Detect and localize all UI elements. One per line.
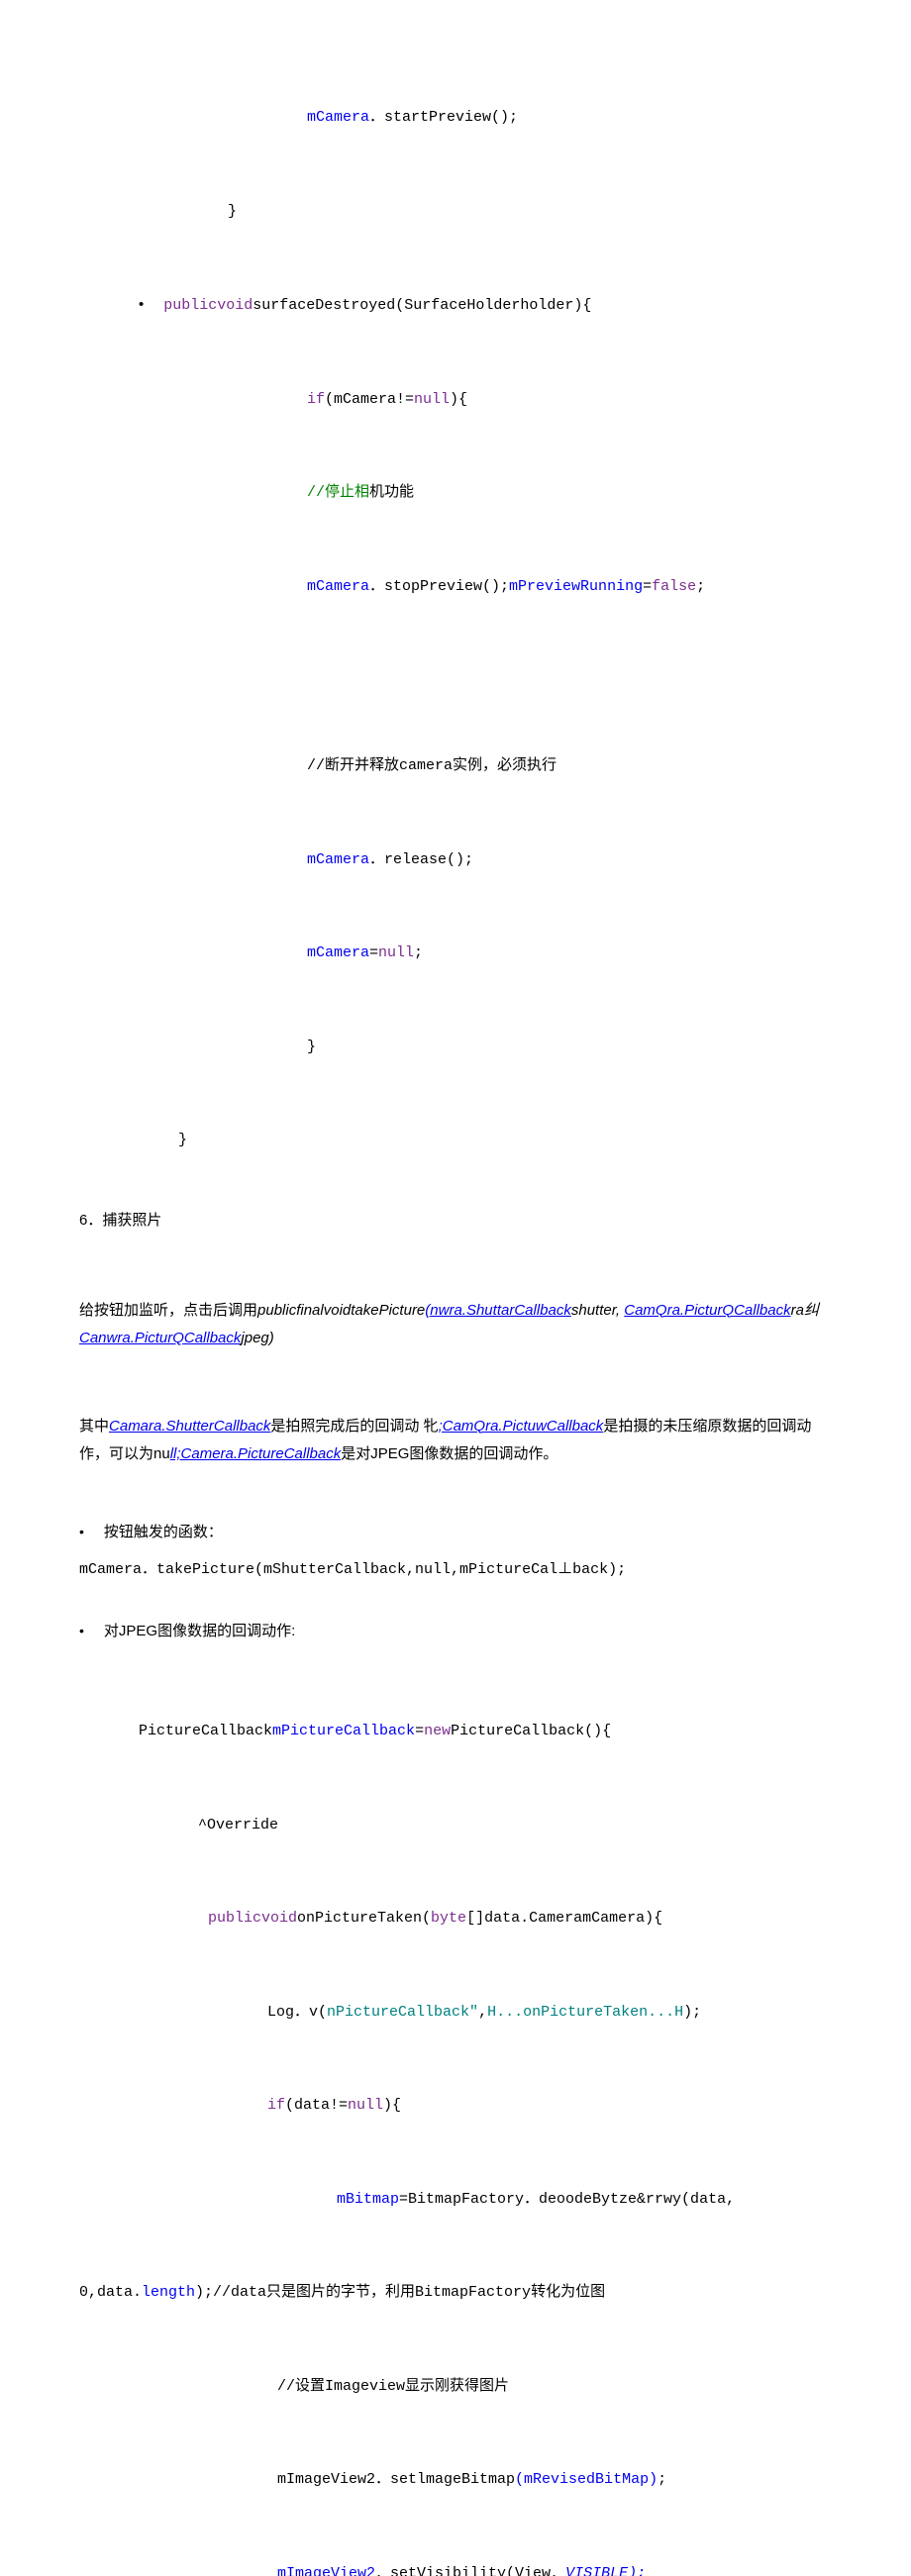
code-token: mImageView2 xyxy=(277,2565,375,2576)
bullet-icon: • xyxy=(79,1618,84,1644)
code-token: ; xyxy=(696,578,705,595)
code-token: mCamera xyxy=(307,944,369,961)
code-keyword: null xyxy=(378,944,414,961)
text-italic: shutter, xyxy=(571,1302,620,1319)
code-token: (mCamera!= xyxy=(325,391,414,408)
bullet-item-2: • 对JPEG图像数据的回调动作: xyxy=(79,1618,832,1646)
code-token: (mRevisedBitMap) xyxy=(515,2471,658,2488)
code-keyword: publicvoid xyxy=(163,297,253,314)
code-token: length xyxy=(142,2284,195,2301)
code-token: );//data只是图片的字节，利用BitmapFactory转化为位图 xyxy=(195,2284,605,2301)
code-comment: //设置Imageview显示刚获得图片 xyxy=(277,2378,509,2395)
code-token: PictureCallback(){ xyxy=(451,1723,611,1739)
code-block-1: mCamera．startPreview(); } • publicvoidsu… xyxy=(79,40,832,1187)
bullet-text: 按钮触发的函数： xyxy=(104,1519,223,1547)
code-token: VISIBLE); xyxy=(565,2565,646,2576)
text: 是对JPEG图像数据的回调动作。 xyxy=(341,1445,557,1462)
link-text[interactable]: CamQra.PicturQCallback xyxy=(624,1302,790,1319)
text: 给按钮加监听，点击后调用 xyxy=(79,1302,257,1319)
code-token: = xyxy=(369,944,378,961)
text-italic: ra纠 xyxy=(791,1302,819,1319)
section-heading: 6．捕获照片 xyxy=(79,1207,832,1236)
code-token: ); xyxy=(683,2004,701,2021)
link-text[interactable]: ll;Camera.PictureCallback xyxy=(170,1445,342,1462)
code-keyword: false xyxy=(652,578,696,595)
code-token: ; xyxy=(658,2471,666,2488)
code-keyword: if xyxy=(307,391,325,408)
code-token: surfaceDestroyed(SurfaceHolderholder){ xyxy=(253,297,591,314)
code-token: mPreviewRunning xyxy=(509,578,643,595)
bullet-item-1: • 按钮触发的函数： xyxy=(79,1519,832,1547)
code-string: n xyxy=(327,2004,336,2021)
code-brace: } xyxy=(307,1039,316,1055)
link-text[interactable]: ;CamQra.PictuwCallback xyxy=(439,1418,604,1435)
link-text[interactable]: Canwra.PicturQCallback xyxy=(79,1330,241,1346)
code-token: ．release(); xyxy=(369,851,473,868)
bullet-text: 对JPEG图像数据的回调动作: xyxy=(104,1618,295,1646)
code-keyword: if xyxy=(267,2097,285,2114)
code-token: mPictureCallback xyxy=(272,1723,415,1739)
code-string: H xyxy=(487,2004,496,2021)
code-token: , xyxy=(478,2004,487,2021)
text: 其中 xyxy=(79,1418,109,1435)
code-token: ^Override xyxy=(198,1817,278,1833)
code-string: H xyxy=(674,2004,683,2021)
code-token: mBitmap xyxy=(337,2191,399,2208)
code-token: ){ xyxy=(450,391,467,408)
code-token: mCamera xyxy=(307,578,369,595)
code-block-3: PictureCallbackmPictureCallback=newPictu… xyxy=(79,1653,832,2576)
code-token: =BitmapFactory．deoodeBytze&rrwy(data, xyxy=(399,2191,735,2208)
code-string: PictureCallback" xyxy=(336,2004,478,2021)
code-token: ．startPreview(); xyxy=(369,109,518,126)
code-token: = xyxy=(643,578,652,595)
link-text[interactable]: nwra.ShuttarCallback xyxy=(430,1302,571,1319)
text-italic: publicfinalvoidtakePicture xyxy=(257,1302,425,1319)
code-comment: //停止相 xyxy=(307,484,369,501)
code-token: ．setVisibility(View． xyxy=(375,2565,565,2576)
code-token: mCamera xyxy=(307,109,369,126)
code-keyword: new xyxy=(424,1723,451,1739)
code-token: (data!= xyxy=(285,2097,348,2114)
paragraph-1: 给按钮加监听，点击后调用publicfinalvoidtakePicture(n… xyxy=(79,1297,832,1353)
code-comment: //断开并释放camera实例，必须执行 xyxy=(307,757,557,774)
code-token: ．stopPreview(); xyxy=(369,578,509,595)
code-token: = xyxy=(415,1723,424,1739)
code-token: PictureCallback xyxy=(139,1723,272,1739)
code-brace: } xyxy=(228,203,237,220)
code-line-takepicture: mCamera．takePicture(mShutterCallback,nul… xyxy=(79,1554,832,1586)
code-keyword: null xyxy=(414,391,450,408)
code-keyword: null xyxy=(348,2097,383,2114)
bullet-icon: • xyxy=(79,1519,84,1545)
code-token: ; xyxy=(414,944,423,961)
code-token: ){ xyxy=(383,2097,401,2114)
paragraph-2: 其中Camara.ShutterCallback是拍照完成后的回调动 牝;Cam… xyxy=(79,1413,832,1469)
link-text[interactable]: Camara.ShutterCallback xyxy=(109,1418,270,1435)
code-string: ...onPictureTaken... xyxy=(496,2004,674,2021)
code-token: mImageView2．setlmageBitmap xyxy=(277,2471,515,2488)
code-brace: } xyxy=(178,1132,187,1148)
code-token: mCamera xyxy=(307,851,369,868)
code-comment: 机功能 xyxy=(369,484,414,501)
code-token: onPictureTaken( xyxy=(297,1910,431,1927)
code-keyword: publicvoid xyxy=(208,1910,297,1927)
code-token: 0,data. xyxy=(79,2284,142,2301)
code-token: []data.CameramCamera){ xyxy=(466,1910,662,1927)
code-keyword: byte xyxy=(431,1910,466,1927)
text: 是拍照完成后的回调动 牝 xyxy=(270,1418,438,1435)
bullet-icon: • xyxy=(139,289,144,321)
text-italic: jpeg) xyxy=(241,1330,273,1346)
code-token: Log．v( xyxy=(267,2004,327,2021)
